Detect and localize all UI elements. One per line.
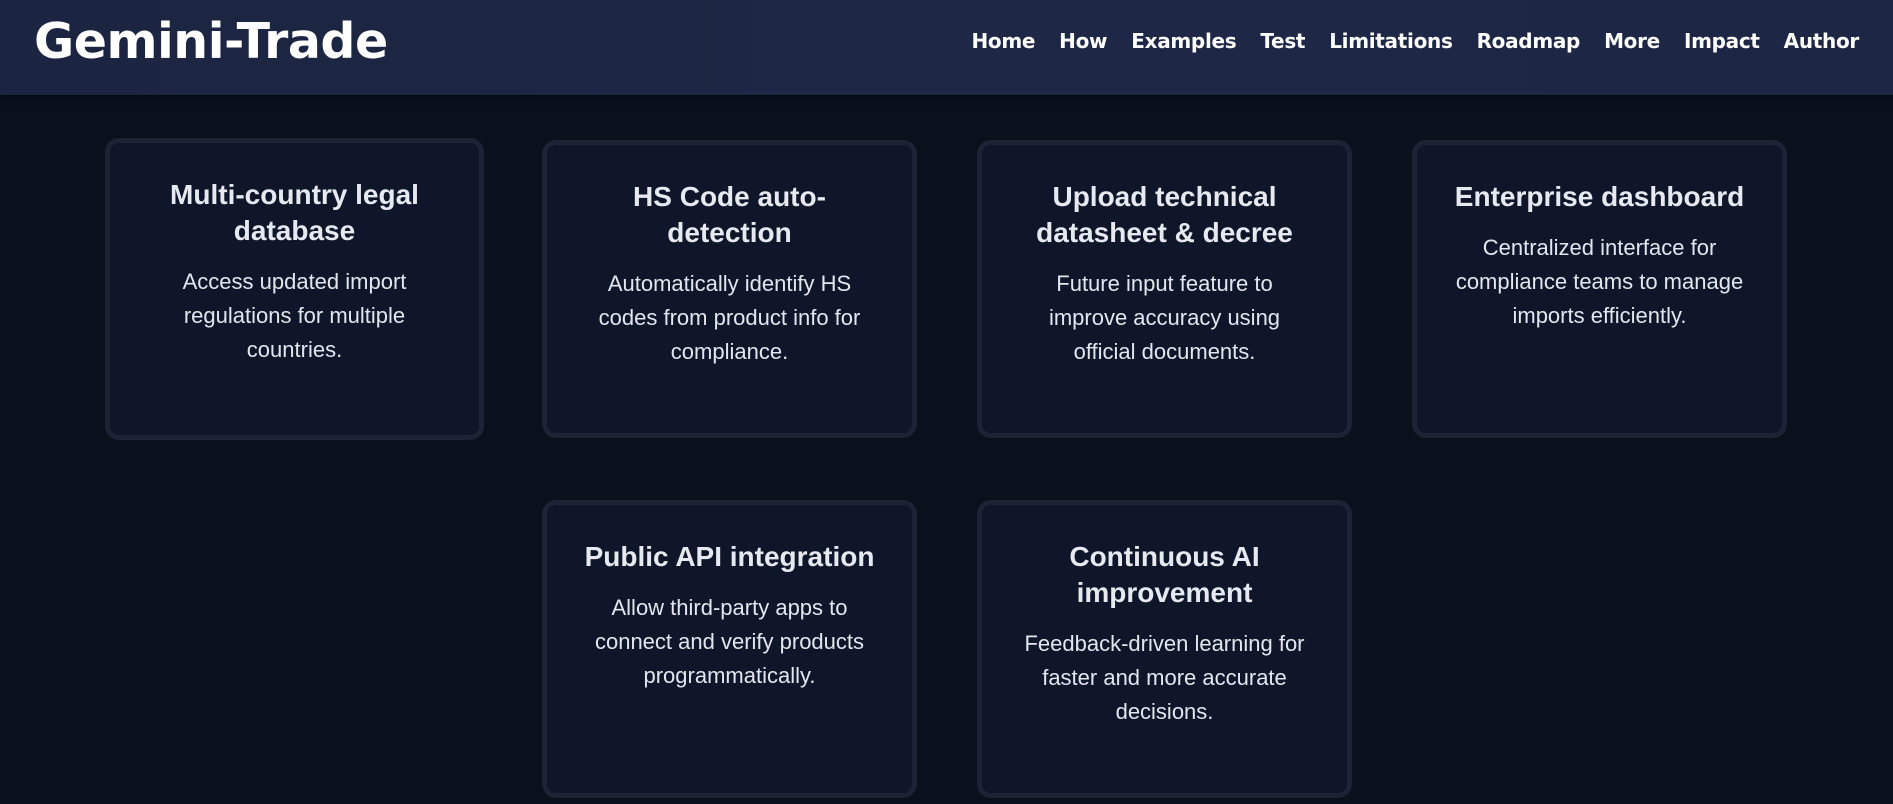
card-description: Feedback-driven learning for faster and … [1024,631,1305,724]
nav-link-examples[interactable]: Examples [1131,26,1236,56]
card-title: Enterprise dashboard [1454,181,1745,212]
card-title: HS Code auto-detection [633,181,826,248]
nav-link-roadmap[interactable]: Roadmap [1477,26,1581,56]
site-header: Gemini-Trade Home How Examples Test Limi… [0,0,1893,95]
card-description: Future input feature to improve accuracy… [1048,271,1281,364]
feature-card-continuous-ai: Continuous AI improvement Feedback-drive… [977,500,1352,798]
brand-logo[interactable]: Gemini-Trade [34,10,388,74]
feature-card-enterprise-dashboard: Enterprise dashboard Centralized interfa… [1412,140,1787,438]
card-description: Allow third-party apps to connect and ve… [594,595,865,688]
feature-card-upload-datasheet: Upload technical datasheet & decree Futu… [977,140,1352,438]
feature-card-hs-code: HS Code auto-detection Automatically ide… [542,140,917,438]
feature-card-public-api: Public API integration Allow third-party… [542,500,917,798]
card-description: Access updated import regulations for mu… [182,269,407,362]
nav-link-test[interactable]: Test [1260,26,1305,56]
nav-link-home[interactable]: Home [971,26,1035,56]
nav-link-more[interactable]: More [1604,26,1660,56]
main-nav: Home How Examples Test Limitations Roadm… [971,26,1859,56]
card-description: Automatically identify HS codes from pro… [598,271,861,364]
card-description: Centralized interface for compliance tea… [1455,235,1744,328]
card-title: Public API integration [584,541,875,572]
nav-link-how[interactable]: How [1059,26,1107,56]
card-title: Multi-country legal database [170,179,419,246]
nav-link-author[interactable]: Author [1784,26,1860,56]
feature-card-legal-database: Multi-country legal database Access upda… [105,138,484,440]
nav-link-impact[interactable]: Impact [1684,26,1760,56]
card-title: Continuous AI improvement [1069,541,1260,608]
nav-link-limitations[interactable]: Limitations [1329,26,1453,56]
card-title: Upload technical datasheet & decree [1036,181,1293,248]
